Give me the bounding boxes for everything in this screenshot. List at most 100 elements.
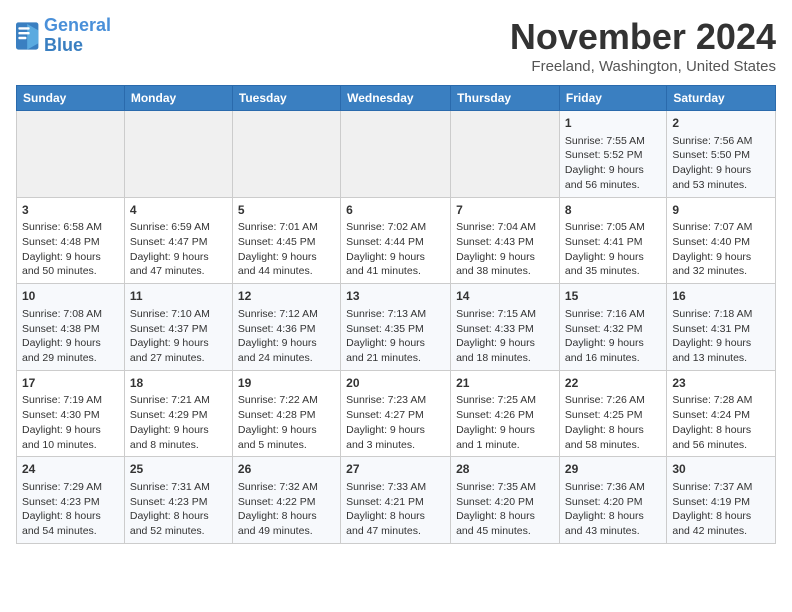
- day-info: Sunrise: 7:36 AM Sunset: 4:20 PM Dayligh…: [565, 480, 661, 539]
- week-row-5: 24 Sunrise: 7:29 AM Sunset: 4:23 PM Dayli…: [17, 457, 776, 544]
- day-info: Sunrise: 7:18 AM Sunset: 4:31 PM Dayligh…: [672, 307, 770, 366]
- day-number: 6: [346, 202, 445, 219]
- day-number: 11: [130, 288, 227, 305]
- cell-w2-d4: 6Sunrise: 7:02 AM Sunset: 4:44 PM Daylig…: [341, 197, 451, 284]
- day-number: 8: [565, 202, 661, 219]
- cell-w2-d6: 8Sunrise: 7:05 AM Sunset: 4:41 PM Daylig…: [559, 197, 666, 284]
- day-number: 7: [456, 202, 554, 219]
- week-row-4: 17Sunrise: 7:19 AM Sunset: 4:30 PM Dayli…: [17, 370, 776, 457]
- day-info: Sunrise: 7:37 AM Sunset: 4:19 PM Dayligh…: [672, 480, 770, 539]
- col-thursday: Thursday: [451, 86, 560, 111]
- col-tuesday: Tuesday: [232, 86, 340, 111]
- cell-w3-d1: 10Sunrise: 7:08 AM Sunset: 4:38 PM Dayli…: [17, 284, 125, 371]
- day-number: 12: [238, 288, 335, 305]
- cell-w4-d6: 22Sunrise: 7:26 AM Sunset: 4:25 PM Dayli…: [559, 370, 666, 457]
- day-number: 15: [565, 288, 661, 305]
- col-monday: Monday: [124, 86, 232, 111]
- day-info: Sunrise: 6:59 AM Sunset: 4:47 PM Dayligh…: [130, 220, 227, 279]
- day-info: Sunrise: 7:15 AM Sunset: 4:33 PM Dayligh…: [456, 307, 554, 366]
- cell-w4-d1: 17Sunrise: 7:19 AM Sunset: 4:30 PM Dayli…: [17, 370, 125, 457]
- logo-text: General Blue: [44, 16, 111, 56]
- col-sunday: Sunday: [17, 86, 125, 111]
- cell-w4-d3: 19Sunrise: 7:22 AM Sunset: 4:28 PM Dayli…: [232, 370, 340, 457]
- logo-icon: [16, 22, 40, 50]
- day-number: 18: [130, 375, 227, 392]
- location-title: Freeland, Washington, United States: [510, 58, 776, 75]
- cell-w1-d1: [17, 111, 125, 198]
- cell-w1-d5: [451, 111, 560, 198]
- cell-w2-d3: 5Sunrise: 7:01 AM Sunset: 4:45 PM Daylig…: [232, 197, 340, 284]
- day-number: 9: [672, 202, 770, 219]
- day-info: Sunrise: 7:31 AM Sunset: 4:23 PM Dayligh…: [130, 480, 227, 539]
- cell-w5-d3: 26 Sunrise: 7:32 AM Sunset: 4:22 PM Dayli…: [232, 457, 340, 544]
- cell-w3-d5: 14Sunrise: 7:15 AM Sunset: 4:33 PM Dayli…: [451, 284, 560, 371]
- day-info: Sunrise: 7:33 AM Sunset: 4:21 PM Dayligh…: [346, 480, 445, 539]
- day-info: Sunrise: 7:07 AM Sunset: 4:40 PM Dayligh…: [672, 220, 770, 279]
- day-info: Sunrise: 7:19 AM Sunset: 4:30 PM Dayligh…: [22, 393, 119, 452]
- logo-line1: General: [44, 15, 111, 35]
- day-number: 30: [672, 461, 770, 478]
- day-number: 4: [130, 202, 227, 219]
- cell-w2-d5: 7Sunrise: 7:04 AM Sunset: 4:43 PM Daylig…: [451, 197, 560, 284]
- col-saturday: Saturday: [667, 86, 776, 111]
- cell-w4-d7: 23Sunrise: 7:28 AM Sunset: 4:24 PM Dayli…: [667, 370, 776, 457]
- day-number: 2: [672, 115, 770, 132]
- day-info: Sunrise: 7:12 AM Sunset: 4:36 PM Dayligh…: [238, 307, 335, 366]
- day-info: Sunrise: 7:22 AM Sunset: 4:28 PM Dayligh…: [238, 393, 335, 452]
- day-number: 25: [130, 461, 227, 478]
- day-number: 24: [22, 461, 119, 478]
- cell-w1-d2: [124, 111, 232, 198]
- day-number: 21: [456, 375, 554, 392]
- day-number: 1: [565, 115, 661, 132]
- cell-w1-d4: [341, 111, 451, 198]
- header: General Blue November 2024 Freeland, Was…: [16, 16, 776, 75]
- day-number: 29: [565, 461, 661, 478]
- cell-w5-d1: 24 Sunrise: 7:29 AM Sunset: 4:23 PM Dayli…: [17, 457, 125, 544]
- day-number: 20: [346, 375, 445, 392]
- cell-w2-d2: 4Sunrise: 6:59 AM Sunset: 4:47 PM Daylig…: [124, 197, 232, 284]
- day-number: 23: [672, 375, 770, 392]
- cell-w2-d1: 3Sunrise: 6:58 AM Sunset: 4:48 PM Daylig…: [17, 197, 125, 284]
- day-info: Sunrise: 7:32 AM Sunset: 4:22 PM Dayligh…: [238, 480, 335, 539]
- day-number: 16: [672, 288, 770, 305]
- month-title: November 2024: [510, 16, 776, 58]
- day-number: 26: [238, 461, 335, 478]
- cell-w3-d6: 15 Sunrise: 7:16 AM Sunset: 4:32 PM Dayli…: [559, 284, 666, 371]
- cell-w1-d6: 1 Sunrise: 7:55 AM Sunset: 5:52 PM Daylig…: [559, 111, 666, 198]
- cell-w5-d6: 29 Sunrise: 7:36 AM Sunset: 4:20 PM Dayli…: [559, 457, 666, 544]
- cell-w5-d5: 28 Sunrise: 7:35 AM Sunset: 4:20 PM Dayli…: [451, 457, 560, 544]
- day-info: Sunrise: 7:56 AM Sunset: 5:50 PM Dayligh…: [672, 134, 770, 193]
- cell-w5-d4: 27 Sunrise: 7:33 AM Sunset: 4:21 PM Dayli…: [341, 457, 451, 544]
- day-number: 17: [22, 375, 119, 392]
- week-row-3: 10Sunrise: 7:08 AM Sunset: 4:38 PM Dayli…: [17, 284, 776, 371]
- col-friday: Friday: [559, 86, 666, 111]
- day-number: 27: [346, 461, 445, 478]
- cell-w3-d7: 16 Sunrise: 7:18 AM Sunset: 4:31 PM Dayli…: [667, 284, 776, 371]
- day-number: 28: [456, 461, 554, 478]
- day-info: Sunrise: 7:55 AM Sunset: 5:52 PM Dayligh…: [565, 134, 661, 193]
- logo-line2: Blue: [44, 35, 83, 55]
- day-number: 5: [238, 202, 335, 219]
- day-info: Sunrise: 7:01 AM Sunset: 4:45 PM Dayligh…: [238, 220, 335, 279]
- cell-w4-d4: 20Sunrise: 7:23 AM Sunset: 4:27 PM Dayli…: [341, 370, 451, 457]
- week-row-1: 1 Sunrise: 7:55 AM Sunset: 5:52 PM Daylig…: [17, 111, 776, 198]
- calendar-table: Sunday Monday Tuesday Wednesday Thursday…: [16, 85, 776, 544]
- day-number: 10: [22, 288, 119, 305]
- cell-w4-d5: 21Sunrise: 7:25 AM Sunset: 4:26 PM Dayli…: [451, 370, 560, 457]
- day-info: Sunrise: 7:05 AM Sunset: 4:41 PM Dayligh…: [565, 220, 661, 279]
- day-info: Sunrise: 7:28 AM Sunset: 4:24 PM Dayligh…: [672, 393, 770, 452]
- cell-w5-d2: 25 Sunrise: 7:31 AM Sunset: 4:23 PM Dayli…: [124, 457, 232, 544]
- col-wednesday: Wednesday: [341, 86, 451, 111]
- week-row-2: 3Sunrise: 6:58 AM Sunset: 4:48 PM Daylig…: [17, 197, 776, 284]
- day-info: Sunrise: 7:26 AM Sunset: 4:25 PM Dayligh…: [565, 393, 661, 452]
- day-info: Sunrise: 7:29 AM Sunset: 4:23 PM Dayligh…: [22, 480, 119, 539]
- day-info: Sunrise: 7:25 AM Sunset: 4:26 PM Dayligh…: [456, 393, 554, 452]
- day-info: Sunrise: 7:16 AM Sunset: 4:32 PM Dayligh…: [565, 307, 661, 366]
- cell-w1-d3: [232, 111, 340, 198]
- day-info: Sunrise: 7:10 AM Sunset: 4:37 PM Dayligh…: [130, 307, 227, 366]
- day-info: Sunrise: 7:02 AM Sunset: 4:44 PM Dayligh…: [346, 220, 445, 279]
- cell-w2-d7: 9Sunrise: 7:07 AM Sunset: 4:40 PM Daylig…: [667, 197, 776, 284]
- day-info: Sunrise: 6:58 AM Sunset: 4:48 PM Dayligh…: [22, 220, 119, 279]
- day-info: Sunrise: 7:35 AM Sunset: 4:20 PM Dayligh…: [456, 480, 554, 539]
- day-number: 13: [346, 288, 445, 305]
